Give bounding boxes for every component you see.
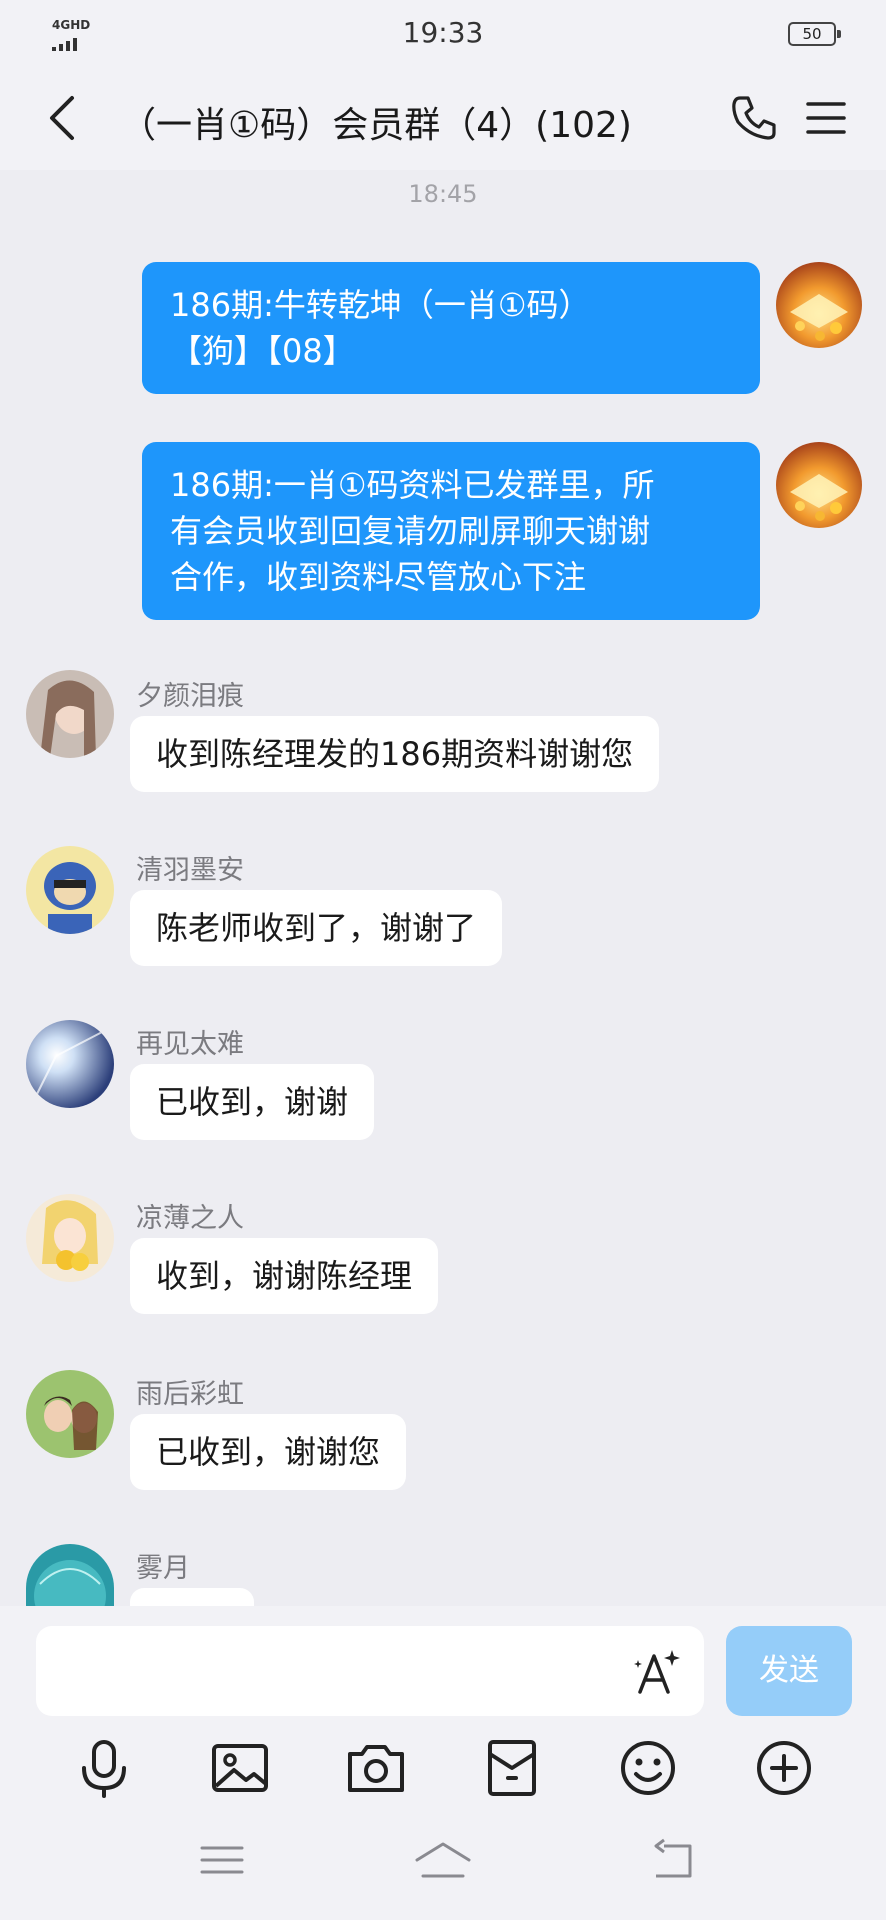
incoming-message[interactable]: 收到，谢谢陈经理 bbox=[130, 1238, 439, 1314]
incoming-message[interactable]: 已收到，谢谢您 bbox=[130, 1414, 407, 1490]
incoming-message[interactable]: 收到陈经理发的186期资料谢谢您 bbox=[130, 716, 660, 792]
message-input[interactable] bbox=[36, 1626, 704, 1716]
avatar-image bbox=[776, 442, 862, 528]
red-packet-icon bbox=[488, 1740, 536, 1796]
recent-apps-button[interactable] bbox=[192, 1836, 252, 1886]
voice-button[interactable] bbox=[72, 1736, 136, 1800]
avatar-image bbox=[26, 1544, 114, 1606]
avatar-image bbox=[776, 262, 862, 348]
outgoing-message[interactable]: 186期:牛转乾坤（一肖①码） 【狗】【08】 bbox=[142, 262, 760, 394]
menu-button[interactable] bbox=[806, 98, 846, 138]
menu-lines-icon bbox=[200, 1846, 244, 1874]
sender-name: 清羽墨安 bbox=[136, 855, 244, 886]
chat-title: （一肖①码）会员群（4）(102) bbox=[120, 105, 632, 146]
avatar-user[interactable] bbox=[26, 1020, 114, 1108]
red-packet-button[interactable] bbox=[480, 1736, 544, 1800]
emoji-button[interactable] bbox=[616, 1736, 680, 1800]
incoming-message[interactable] bbox=[130, 1588, 254, 1606]
avatar-user[interactable] bbox=[26, 846, 114, 934]
message-line: 186期:牛转乾坤（一肖①码） bbox=[170, 286, 591, 324]
avatar-image bbox=[26, 670, 114, 758]
return-icon bbox=[654, 1838, 692, 1878]
incoming-message[interactable]: 陈老师收到了，谢谢了 bbox=[130, 890, 503, 966]
image-button[interactable] bbox=[208, 1736, 272, 1800]
avatar-user[interactable] bbox=[26, 1370, 114, 1458]
camera-icon bbox=[348, 1745, 404, 1792]
avatar-user[interactable] bbox=[26, 1194, 114, 1282]
message-line: 【狗】【08】 bbox=[170, 332, 355, 370]
outgoing-message[interactable]: 186期:一肖①码资料已发群里，所 有会员收到回复请勿刷屏聊天谢谢 合作，收到资… bbox=[142, 442, 760, 620]
more-button[interactable] bbox=[752, 1736, 816, 1800]
home-button[interactable] bbox=[413, 1836, 473, 1886]
avatar-image bbox=[26, 846, 114, 934]
avatar-user[interactable] bbox=[26, 1544, 114, 1606]
avatar-user[interactable] bbox=[26, 670, 114, 758]
chat-header: （一肖①码）会员群（4）(102) bbox=[0, 66, 886, 170]
avatar-self[interactable] bbox=[776, 262, 862, 348]
home-icon bbox=[415, 1842, 471, 1878]
avatar-image bbox=[26, 1020, 114, 1108]
chevron-left-icon bbox=[50, 96, 74, 140]
back-button[interactable] bbox=[44, 92, 84, 144]
message-line: 186期:一肖①码资料已发群里，所 bbox=[170, 466, 655, 504]
back-nav-button[interactable] bbox=[646, 1836, 706, 1886]
sender-name: 雨后彩虹 bbox=[136, 1379, 244, 1410]
status-bar: 4GHD 19:33 50 bbox=[0, 0, 886, 66]
sender-name: 再见太难 bbox=[136, 1029, 244, 1060]
avatar-image bbox=[26, 1370, 114, 1458]
message-line: 有会员收到回复请勿刷屏聊天谢谢 bbox=[170, 512, 651, 550]
smiley-icon bbox=[621, 1741, 675, 1795]
text-style-icon[interactable] bbox=[630, 1646, 682, 1698]
font-sparkle-icon bbox=[634, 1650, 680, 1694]
message-line: 合作，收到资料尽管放心下注 bbox=[170, 558, 587, 596]
avatar-image bbox=[26, 1194, 114, 1282]
battery-icon: 50 bbox=[788, 22, 841, 46]
plus-circle-icon bbox=[757, 1741, 811, 1795]
message-timestamp: 18:45 bbox=[408, 180, 478, 208]
send-button[interactable]: 发送 bbox=[726, 1626, 852, 1716]
image-icon bbox=[212, 1744, 268, 1792]
composer: 发送 bbox=[0, 1606, 886, 1920]
sender-name: 雾月 bbox=[136, 1553, 190, 1584]
menu-icon bbox=[806, 102, 846, 134]
sender-name: 凉薄之人 bbox=[136, 1203, 244, 1234]
status-time: 19:33 bbox=[402, 16, 484, 49]
phone-icon bbox=[732, 96, 776, 140]
camera-button[interactable] bbox=[344, 1736, 408, 1800]
avatar-self[interactable] bbox=[776, 442, 862, 528]
microphone-icon bbox=[82, 1740, 126, 1798]
call-button[interactable] bbox=[730, 94, 778, 142]
sender-name: 夕颜泪痕 bbox=[136, 681, 244, 712]
incoming-message[interactable]: 已收到，谢谢 bbox=[130, 1064, 375, 1140]
